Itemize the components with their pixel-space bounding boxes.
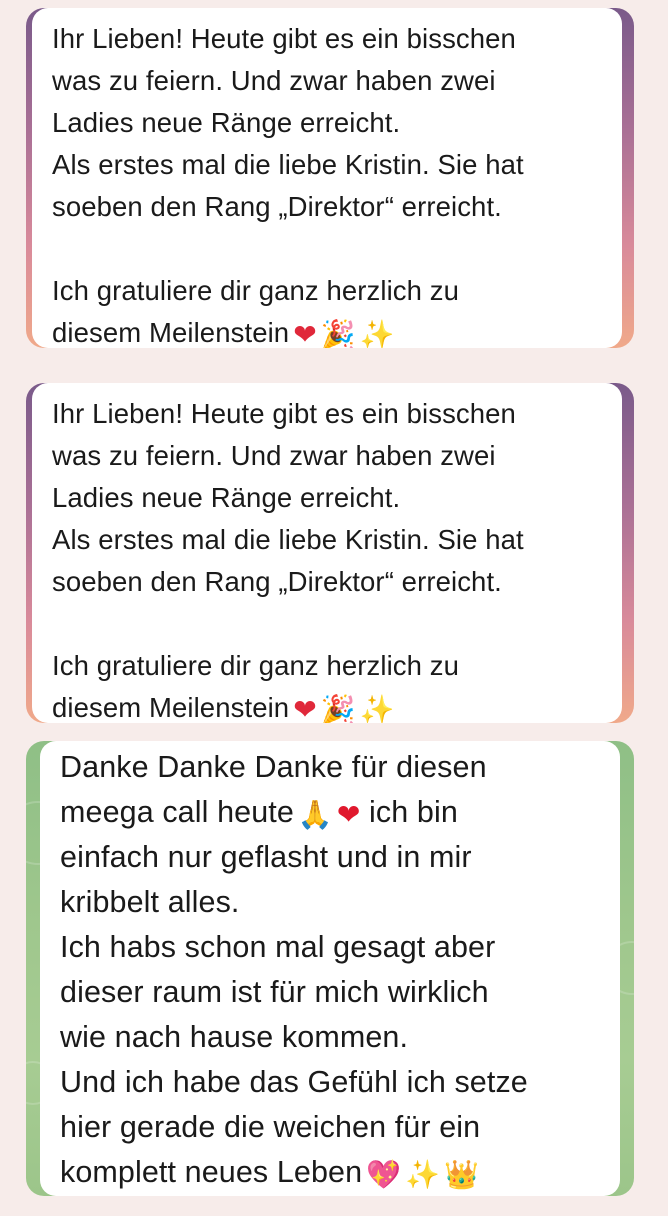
message-body-part2: ich bin einfach nur geflasht und in mir …	[60, 795, 528, 1189]
party-popper-icon: 🎉	[320, 318, 356, 349]
message-container-2: Ihr Lieben! Heute gibt es ein bisschen w…	[26, 383, 634, 723]
sparkling-heart-icon: 💖	[366, 1158, 402, 1191]
sparkles-icon: ✨	[359, 693, 395, 724]
message-container-3: Danke Danke Danke für diesen meega call …	[26, 741, 634, 1196]
folded-hands-icon: 🙏	[297, 798, 333, 831]
sparkles-icon: ✨	[359, 318, 395, 349]
heart-on-fire-icon: ❤	[293, 318, 317, 349]
heart-on-fire-icon: ❤	[293, 693, 317, 724]
message-container-1: Ihr Lieben! Heute gibt es ein bisschen w…	[26, 8, 634, 348]
message-bubble[interactable]: Ihr Lieben! Heute gibt es ein bisschen w…	[32, 8, 622, 348]
party-popper-icon: 🎉	[320, 693, 356, 724]
red-heart-icon: ❤	[336, 798, 361, 831]
message-text: Danke Danke Danke für diesen meega call …	[60, 745, 602, 1195]
message-body: Ihr Lieben! Heute gibt es ein bisschen w…	[52, 398, 524, 723]
sparkles-icon: ✨	[405, 1158, 441, 1191]
message-bubble[interactable]: Danke Danke Danke für diesen meega call …	[40, 741, 620, 1196]
crown-icon: 👑	[444, 1158, 480, 1191]
message-bubble[interactable]: Ihr Lieben! Heute gibt es ein bisschen w…	[32, 383, 622, 723]
chat-screenshot: Ihr Lieben! Heute gibt es ein bisschen w…	[0, 0, 668, 1216]
message-text: Ihr Lieben! Heute gibt es ein bisschen w…	[52, 393, 604, 723]
message-body: Ihr Lieben! Heute gibt es ein bisschen w…	[52, 23, 524, 348]
message-text: Ihr Lieben! Heute gibt es ein bisschen w…	[52, 18, 604, 348]
